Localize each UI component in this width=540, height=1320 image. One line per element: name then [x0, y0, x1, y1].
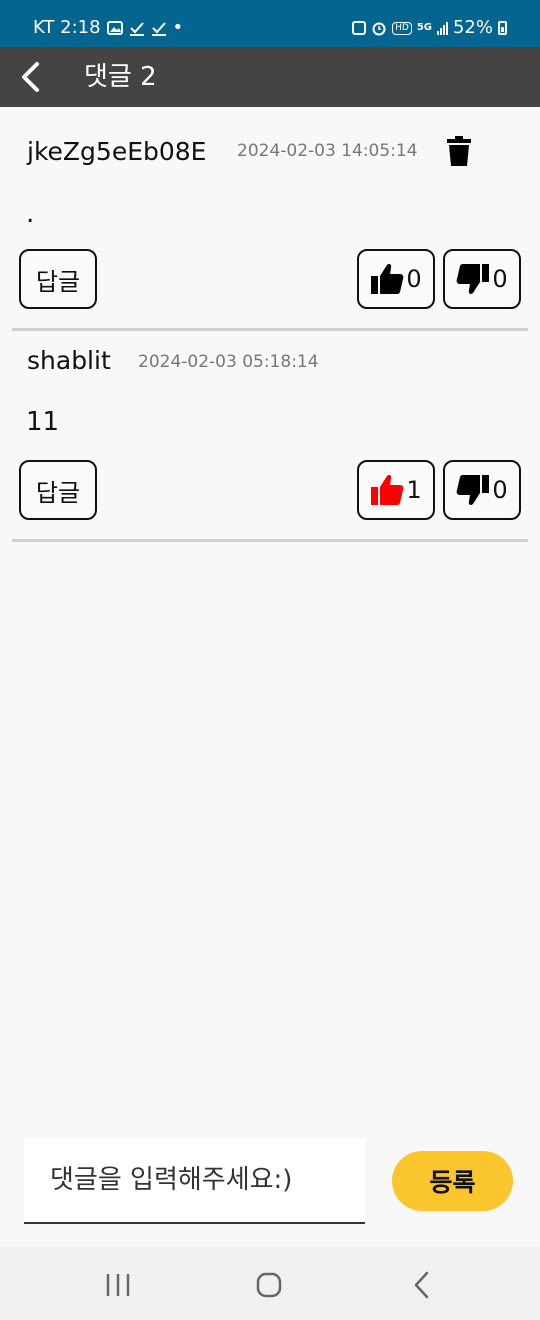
recent-apps-button[interactable] [93, 1267, 143, 1301]
chevron-left-icon [22, 62, 39, 92]
system-back-button[interactable] [396, 1267, 446, 1301]
signal-icon [436, 21, 448, 35]
like-button[interactable]: 1 [357, 460, 435, 520]
hd-badge: HD [392, 21, 412, 35]
status-bar: KT 2:18 • HD 5G 52% [0, 0, 540, 47]
page-title: 댓글 2 [84, 62, 157, 92]
reply-button[interactable]: 답글 [19, 249, 97, 309]
notification-dot: • [172, 17, 184, 38]
comment-body: . [26, 199, 35, 229]
comment-item: shablit 2024-02-03 05:18:14 11 답글 1 0 [0, 331, 540, 543]
back-button[interactable] [12, 55, 54, 99]
battery-percent: 52% [452, 17, 493, 38]
comment-input[interactable] [24, 1138, 365, 1222]
alarm-icon [372, 22, 386, 36]
recent-apps-icon [106, 1274, 130, 1296]
comment-author: shablit [27, 346, 111, 375]
thumbs-down-icon [456, 264, 490, 294]
dislike-count: 0 [492, 265, 508, 293]
comment-date: 2024-02-03 05:18:14 [138, 352, 319, 372]
system-nav-bar [0, 1247, 540, 1320]
check-icon [151, 22, 166, 36]
dislike-button[interactable]: 0 [443, 249, 521, 309]
reply-label: 답글 [35, 478, 81, 507]
carrier-time: KT 2:18 [33, 17, 101, 38]
comment-body: 11 [26, 407, 60, 437]
gallery-icon [106, 21, 123, 35]
chevron-left-icon [414, 1271, 429, 1299]
lock-icon [352, 21, 367, 35]
like-count: 1 [406, 476, 422, 504]
comment-date: 2024-02-03 14:05:14 [237, 141, 418, 161]
home-button[interactable] [244, 1267, 294, 1301]
like-count: 0 [406, 265, 422, 293]
dislike-button[interactable]: 0 [443, 460, 521, 520]
battery-icon [498, 21, 507, 35]
check-icon [129, 22, 144, 36]
comment-divider [12, 539, 528, 542]
comment-author: jkeZg5eEb08E [27, 137, 207, 166]
thumbs-down-icon [456, 475, 490, 505]
trash-icon [447, 136, 471, 166]
reply-button[interactable]: 답글 [19, 460, 97, 520]
comment-item: jkeZg5eEb08E 2024-02-03 14:05:14 . 답글 0 … [0, 107, 540, 331]
home-icon [256, 1272, 282, 1298]
comment-input-wrapper [24, 1138, 365, 1224]
like-button[interactable]: 0 [357, 249, 435, 309]
network-badge: 5G [416, 22, 432, 33]
submit-button[interactable]: 등록 [392, 1151, 513, 1211]
status-left: KT 2:18 • [33, 17, 183, 39]
status-right: HD 5G 52% [352, 17, 507, 39]
reply-label: 답글 [35, 267, 81, 296]
delete-button[interactable] [447, 136, 471, 166]
thumbs-up-icon [371, 264, 404, 294]
dislike-count: 0 [492, 476, 508, 504]
thumbs-up-icon [371, 475, 404, 505]
app-bar: 댓글 2 [0, 47, 540, 107]
